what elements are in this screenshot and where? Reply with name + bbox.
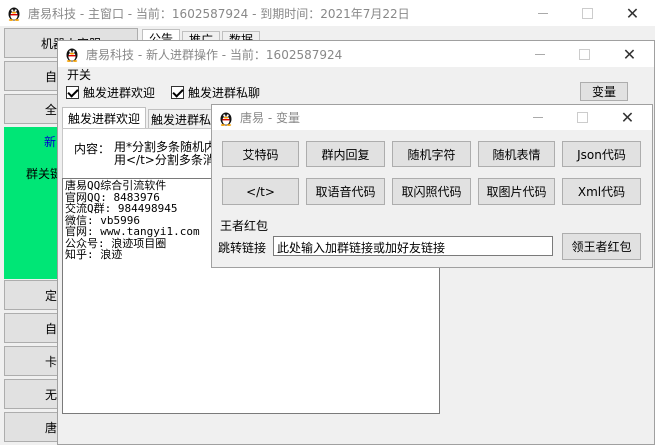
king-redpack-button[interactable]: 领王者红包 <box>562 233 641 260</box>
qq-penguin-icon <box>218 110 234 126</box>
left-button-8[interactable]: 唐 <box>4 412 60 442</box>
close-button[interactable]: ✕ <box>607 41 652 67</box>
jump-link-input-value: 此处输入加群链接或加好友链接 <box>277 241 446 255</box>
group-reply-button[interactable]: 群内回复 <box>306 141 385 167</box>
variables-window-title: 唐易 - 变量 <box>240 111 300 125</box>
tab-join-private[interactable]: 触发进群私 <box>148 109 214 129</box>
left-button-3-label: 全 <box>44 102 57 117</box>
maximize-button[interactable] <box>565 0 610 26</box>
tab-join-welcome[interactable]: 触发进群欢迎 <box>62 107 146 129</box>
welcome-checkbox-label: 触发进群欢迎 <box>83 86 156 100</box>
jump-link-input[interactable]: 此处输入加群链接或加好友链接 <box>273 236 553 256</box>
left-button-4-label: 定 <box>44 288 57 303</box>
welcome-checkbox[interactable]: 触发进群欢迎 <box>66 84 155 101</box>
left-button-6[interactable]: 卡 <box>4 346 60 376</box>
minimize-button[interactable] <box>517 41 562 67</box>
variables-titlebar: 唐易 - 变量 ✕ <box>212 105 652 130</box>
random-char-button[interactable]: 随机字符 <box>392 141 471 167</box>
flash-photo-code-button[interactable]: 取闪照代码 <box>392 178 471 205</box>
jump-link-label: 跳转链接 <box>218 241 267 255</box>
private-chat-checkbox[interactable]: 触发进群私聊 <box>171 84 260 101</box>
content-label: 内容： <box>74 142 111 156</box>
qq-penguin-icon <box>64 46 80 62</box>
left-button-3[interactable]: 全 <box>4 94 60 124</box>
left-button-7[interactable]: 无 <box>4 379 60 409</box>
left-button-5-label: 自 <box>44 321 57 336</box>
switch-section-label: 开关 <box>67 68 92 82</box>
king-redpack-section-label: 王者红包 <box>220 219 269 233</box>
at-code-button[interactable]: 艾特码 <box>222 141 299 167</box>
variables-button[interactable]: 变量 <box>580 82 628 101</box>
main-titlebar: 唐易科技 - 主窗口 - 当前：1602587924 - 到期时间：2021年7… <box>0 0 655 26</box>
main-window-title: 唐易科技 - 主窗口 - 当前：1602587924 - 到期时间：2021年7… <box>28 6 410 21</box>
newbie-window-title: 唐易科技 - 新人进群操作 - 当前：1602587924 <box>86 47 343 62</box>
xml-code-button[interactable]: Xml代码 <box>562 178 641 205</box>
minimize-button[interactable] <box>515 105 560 130</box>
left-button-2[interactable]: 自 <box>4 61 60 91</box>
left-button-5[interactable]: 自 <box>4 313 60 343</box>
left-button-6-label: 卡 <box>44 354 57 369</box>
left-button-7-label: 无 <box>44 387 57 402</box>
checkbox-checked-icon <box>66 86 79 99</box>
maximize-button[interactable] <box>562 41 607 67</box>
left-button-4[interactable]: 定 <box>4 280 60 310</box>
maximize-button[interactable] <box>560 105 605 130</box>
qq-penguin-icon <box>6 5 22 21</box>
variables-window: 唐易 - 变量 ✕ 艾特码 群内回复 随机字符 随机表情 Json代码 </t>… <box>211 104 653 268</box>
newbie-titlebar: 唐易科技 - 新人进群操作 - 当前：1602587924 ✕ <box>58 41 654 67</box>
close-button[interactable]: ✕ <box>605 105 650 130</box>
message-split-button[interactable]: </t> <box>222 178 299 205</box>
left-button-2-label: 自 <box>44 69 57 84</box>
content-hint-2: 用</t>分割多条消息 <box>114 153 227 167</box>
random-emoji-button[interactable]: 随机表情 <box>478 141 555 167</box>
green-panel-line1: 新 <box>44 135 57 149</box>
checkbox-checked-icon <box>171 86 184 99</box>
voice-code-button[interactable]: 取语音代码 <box>306 178 385 205</box>
image-code-button[interactable]: 取图片代码 <box>478 178 555 205</box>
minimize-button[interactable] <box>520 0 565 26</box>
json-code-button[interactable]: Json代码 <box>562 141 641 167</box>
left-button-8-label: 唐 <box>44 420 57 435</box>
private-chat-checkbox-label: 触发进群私聊 <box>188 86 261 100</box>
close-button[interactable]: ✕ <box>610 0 655 26</box>
